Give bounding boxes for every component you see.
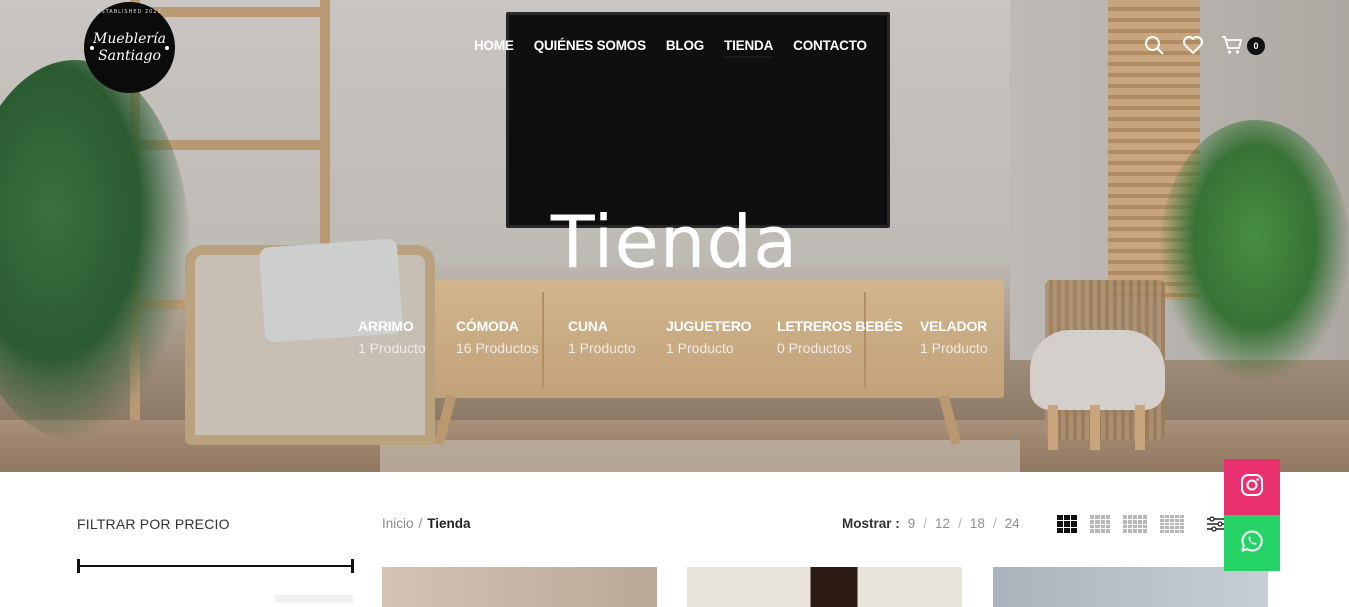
per-page-24[interactable]: 24 [1005, 516, 1020, 531]
cart-button[interactable]: 0 [1221, 34, 1265, 56]
slider-track [77, 565, 354, 567]
site-logo[interactable]: ESTABLISHED 2021 Mueblería Santiago [84, 2, 175, 93]
category-count: 0 Productos [777, 340, 852, 356]
category-letreros-bebes[interactable]: LETREROS BEBÉS 0 Productos [777, 318, 920, 356]
per-page-separator: / [992, 516, 997, 531]
product-card-image[interactable] [687, 567, 962, 607]
logo-line1: Mueblería [93, 30, 166, 47]
per-page-selector: Mostrar : 9 / 12 / 18 / 24 [842, 516, 1020, 531]
page-title: Tienda [550, 200, 799, 284]
category-count: 1 Producto [920, 340, 988, 356]
heart-icon[interactable] [1182, 34, 1204, 56]
price-range-slider[interactable] [77, 559, 354, 573]
category-comoda[interactable]: CÓMODA 16 Productos [456, 318, 568, 356]
product-card-image[interactable] [382, 567, 657, 607]
nav-quienes-somos[interactable]: QUIÉNES SOMOS [534, 38, 646, 58]
grid-view-3-icon[interactable] [1090, 515, 1110, 533]
category-list: ARRIMO 1 Producto CÓMODA 16 Productos CU… [358, 318, 1010, 356]
search-icon[interactable] [1143, 34, 1165, 56]
filter-button[interactable] [275, 595, 353, 603]
instagram-icon [1240, 473, 1264, 502]
category-name: CUNA [568, 318, 608, 334]
cart-count-badge: 0 [1247, 37, 1265, 55]
per-page-18[interactable]: 18 [970, 516, 985, 531]
grid-view-4-icon[interactable] [1123, 515, 1147, 533]
instagram-button[interactable] [1224, 459, 1280, 515]
nav-contacto[interactable]: CONTACTO [793, 38, 867, 58]
nav-home[interactable]: HOME [474, 38, 514, 58]
category-velador[interactable]: VELADOR 1 Producto [920, 318, 1010, 356]
slider-max-handle[interactable] [351, 559, 354, 573]
category-count: 16 Productos [456, 340, 539, 356]
logo-line2: Santiago [98, 47, 161, 64]
category-arrimo[interactable]: ARRIMO 1 Producto [358, 318, 456, 356]
category-name: JUGUETERO [666, 318, 752, 334]
breadcrumb-home[interactable]: Inicio [382, 516, 414, 531]
category-cuna[interactable]: CUNA 1 Producto [568, 318, 666, 356]
category-count: 1 Producto [568, 340, 636, 356]
nav-blog[interactable]: BLOG [666, 38, 704, 58]
category-count: 1 Producto [358, 340, 426, 356]
category-juguetero[interactable]: JUGUETERO 1 Producto [666, 318, 777, 356]
category-count: 1 Producto [666, 340, 734, 356]
per-page-label: Mostrar : [842, 516, 900, 531]
logo-established: ESTABLISHED 2021 [97, 9, 162, 15]
category-name: VELADOR [920, 318, 988, 334]
whatsapp-button[interactable] [1224, 515, 1280, 571]
per-page-9[interactable]: 9 [908, 516, 916, 531]
per-page-12[interactable]: 12 [935, 516, 950, 531]
category-name: LETREROS BEBÉS [777, 318, 903, 334]
nav-tienda[interactable]: TIENDA [724, 38, 773, 58]
whatsapp-icon [1240, 529, 1264, 558]
per-page-separator: / [958, 516, 962, 531]
per-page-separator: / [923, 516, 928, 531]
grid-view-5-icon[interactable] [1160, 515, 1184, 533]
breadcrumb: Inicio / Tienda [382, 516, 471, 531]
price-filter-title: FILTRAR POR PRECIO [77, 516, 230, 532]
cart-icon [1221, 34, 1243, 56]
breadcrumb-current: Tienda [427, 516, 471, 531]
grid-view-2-icon[interactable] [1057, 515, 1077, 533]
header-actions: 0 [1143, 34, 1265, 56]
category-name: ARRIMO [358, 318, 414, 334]
breadcrumb-separator: / [418, 516, 423, 531]
main-nav: HOME QUIÉNES SOMOS BLOG TIENDA CONTACTO [474, 38, 867, 58]
view-mode-switcher [1057, 515, 1184, 533]
product-card-image[interactable] [993, 567, 1268, 607]
slider-min-handle[interactable] [77, 559, 80, 573]
category-name: CÓMODA [456, 318, 519, 334]
